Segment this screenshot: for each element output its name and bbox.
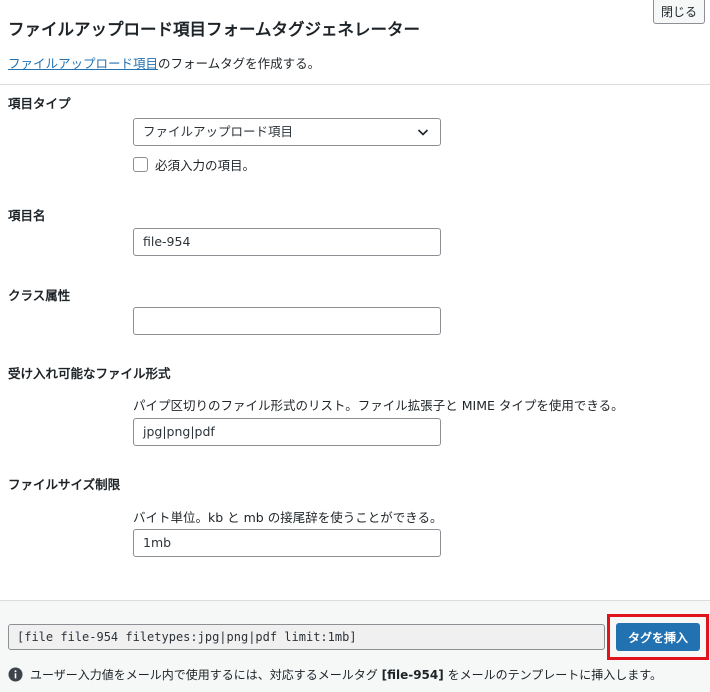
mail-tag-note: ユーザー入力値をメール内で使用するには、対応するメールタグ [file-954]…	[8, 666, 662, 683]
field-type-label: 項目タイプ	[8, 96, 71, 111]
description-link[interactable]: ファイルアップロード項目	[8, 56, 158, 71]
insert-tag-button[interactable]: タグを挿入	[616, 623, 700, 651]
dialog-title: ファイルアップロード項目フォームタグジェネレーター	[8, 20, 421, 39]
note-mail-tag: [file-954]	[381, 667, 444, 682]
size-limit-help: バイト単位。kb と mb の接尾辞を使うことができる。	[133, 510, 443, 525]
note-text-after: をメールのテンプレートに挿入します。	[447, 668, 663, 682]
note-text-before: ユーザー入力値をメール内で使用するには、対応するメールタグ	[30, 668, 378, 682]
chevron-down-icon	[415, 124, 431, 140]
field-name-label: 項目名	[8, 208, 46, 223]
filetypes-input[interactable]: jpg|png|pdf	[133, 418, 441, 446]
header-divider	[0, 84, 710, 85]
footer-divider	[0, 600, 710, 601]
info-icon	[8, 667, 23, 682]
filetypes-label: 受け入れ可能なファイル形式	[8, 366, 171, 381]
field-type-selected: ファイルアップロード項目	[143, 124, 294, 139]
dialog-description: ファイルアップロード項目のフォームタグを作成する。	[8, 53, 320, 72]
size-limit-label: ファイルサイズ制限	[8, 477, 121, 492]
filetypes-help: パイプ区切りのファイル形式のリスト。ファイル拡張子と MIME タイプを使用でき…	[133, 398, 624, 413]
class-attribute-label: クラス属性	[8, 288, 71, 303]
required-checkbox-row[interactable]: 必須入力の項目。	[133, 155, 255, 174]
generated-tag-field[interactable]: [file file-954 filetypes:jpg|png|pdf lim…	[8, 624, 605, 650]
close-button[interactable]: 閉じる	[653, 0, 705, 24]
field-name-input[interactable]: file-954	[133, 228, 441, 256]
required-checkbox[interactable]	[133, 157, 148, 172]
field-type-select[interactable]: ファイルアップロード項目	[133, 118, 441, 146]
class-attribute-input[interactable]	[133, 307, 441, 335]
required-checkbox-label: 必須入力の項目。	[155, 158, 256, 173]
tag-generator-dialog: 閉じる ファイルアップロード項目フォームタグジェネレーター ファイルアップロード…	[0, 0, 710, 692]
size-limit-input[interactable]: 1mb	[133, 529, 441, 557]
description-text: のフォームタグを作成する。	[158, 56, 321, 71]
